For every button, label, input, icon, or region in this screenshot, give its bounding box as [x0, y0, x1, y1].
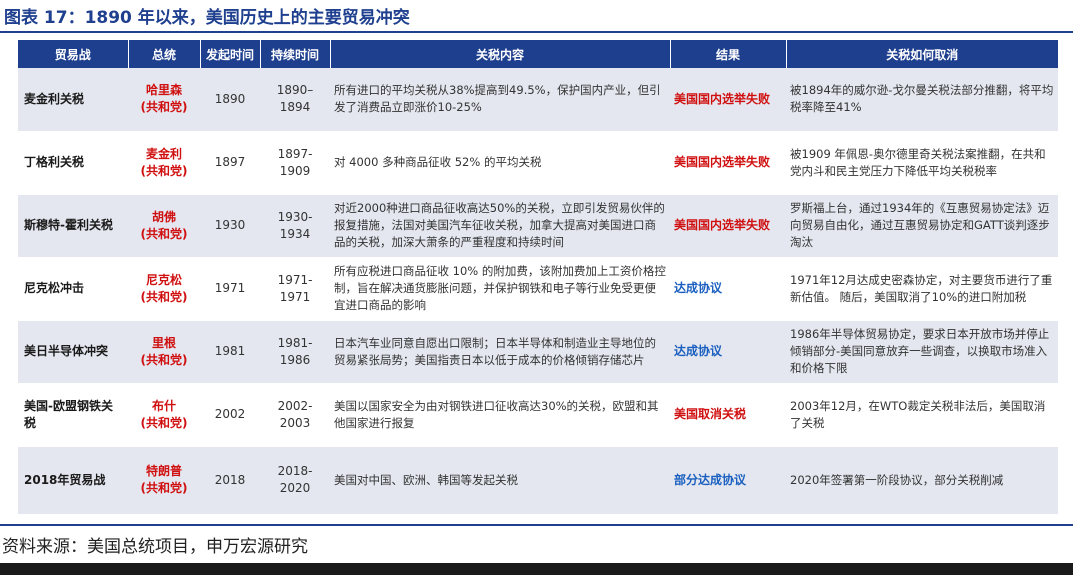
president-party: (共和党)	[140, 415, 188, 430]
cell-trade-war: 斯穆特-霍利关税	[18, 194, 128, 258]
cell-duration: 1971-1971	[260, 257, 330, 321]
cell-result: 美国国内选举失败	[670, 194, 786, 258]
header-result: 结果	[670, 40, 787, 68]
president-party: (共和党)	[140, 163, 188, 178]
cell-duration: 2002-2003	[260, 383, 330, 447]
table-header: 贸易战 总统 发起时间 持续时间 关税内容 结果 关税如何取消	[18, 40, 1058, 68]
cell-president: 里根 (共和党)	[128, 320, 200, 384]
cell-duration: 1981-1986	[260, 320, 330, 384]
cell-result: 美国取消关税	[670, 383, 786, 447]
title-divider	[0, 31, 1073, 33]
cell-tariff-content: 对 4000 多种商品征收 52% 的平均关税	[330, 131, 670, 195]
footer-bar	[0, 563, 1073, 575]
cell-removal: 被1894年的威尔逊-戈尔曼关税法部分推翻，将平均税率降至41%	[786, 68, 1058, 132]
figure-title: 图表 17：1890 年以来，美国历史上的主要贸易冲突	[4, 8, 410, 28]
header-duration: 持续时间	[260, 40, 331, 68]
cell-duration: 2018-2020	[260, 446, 330, 515]
cell-result: 美国国内选举失败	[670, 68, 786, 132]
cell-start-year: 1890	[200, 68, 260, 132]
table-row: 2018年贸易战 特朗普 (共和党) 2018 2018-2020 美国对中国、欧…	[18, 446, 1058, 515]
trade-conflict-table: 贸易战 总统 发起时间 持续时间 关税内容 结果 关税如何取消 麦金利关税 哈里…	[18, 40, 1058, 515]
table: 贸易战 总统 发起时间 持续时间 关税内容 结果 关税如何取消 麦金利关税 哈里…	[18, 40, 1058, 515]
cell-removal: 2003年12月，在WTO裁定关税非法后，美国取消了关税	[786, 383, 1058, 447]
president-name: 胡佛	[151, 209, 176, 224]
president-name: 麦金利	[145, 146, 182, 161]
cell-start-year: 1930	[200, 194, 260, 258]
president-party: (共和党)	[140, 100, 188, 115]
table-row: 美日半导体冲突 里根 (共和党) 1981 1981-1986 日本汽车业同意自愿…	[18, 320, 1058, 384]
cell-duration: 1930-1934	[260, 194, 330, 258]
cell-president: 布什 (共和党)	[128, 383, 200, 447]
cell-tariff-content: 所有应税进口商品征收 10% 的附加费，该附加费加上工资价格控制，旨在解决通货膨…	[330, 257, 670, 321]
cell-trade-war: 丁格利关税	[18, 131, 128, 195]
cell-removal: 被1909 年佩恩-奥尔德里奇关税法案推翻，在共和党内斗和民主党压力下降低平均关…	[786, 131, 1058, 195]
cell-start-year: 1981	[200, 320, 260, 384]
president-name: 布什	[151, 398, 176, 413]
cell-duration: 1897-1909	[260, 131, 330, 195]
president-party: (共和党)	[140, 289, 188, 304]
cell-trade-war: 尼克松冲击	[18, 257, 128, 321]
title-bar: 图表 17：1890 年以来，美国历史上的主要贸易冲突	[0, 0, 1073, 33]
cell-tariff-content: 美国对中国、欧洲、韩国等发起关税	[330, 446, 670, 515]
president-name: 尼克松	[145, 272, 182, 287]
cell-removal: 1971年12月达成史密森协定，对主要货币进行了重新估值。 随后，美国取消了10…	[786, 257, 1058, 321]
cell-president: 哈里森 (共和党)	[128, 68, 200, 132]
table-row: 丁格利关税 麦金利 (共和党) 1897 1897-1909 对 4000 多种商…	[18, 131, 1058, 195]
header-start-year: 发起时间	[200, 40, 261, 68]
president-name: 哈里森	[145, 83, 182, 98]
cell-removal: 罗斯福上台，通过1934年的《互惠贸易协定法》迈向贸易自由化，通过互惠贸易协定和…	[786, 194, 1058, 258]
president-party: (共和党)	[140, 352, 188, 367]
cell-start-year: 2002	[200, 383, 260, 447]
cell-tariff-content: 对近2000种进口商品征收高达50%的关税，立即引发贸易伙伴的报复措施，法国对美…	[330, 194, 670, 258]
cell-removal: 1986年半导体贸易协定，要求日本开放市场并停止倾销部分-美国同意放弃一些调查，…	[786, 320, 1058, 384]
president-name: 特朗普	[145, 464, 182, 478]
cell-trade-war: 2018年贸易战	[18, 446, 128, 515]
cell-trade-war: 麦金利关税	[18, 68, 128, 132]
cell-result: 美国国内选举失败	[670, 131, 786, 195]
cell-removal: 2020年签署第一阶段协议，部分关税削减	[786, 446, 1058, 515]
cell-result: 达成协议	[670, 257, 786, 321]
president-party: (共和党)	[140, 481, 188, 495]
cell-tariff-content: 所有进口的平均关税从38%提高到49.5%，保护国内产业，但引发了消费品立即涨价…	[330, 68, 670, 132]
cell-president: 胡佛 (共和党)	[128, 194, 200, 258]
cell-start-year: 1971	[200, 257, 260, 321]
cell-tariff-content: 日本汽车业同意自愿出口限制；日本半导体和制造业主导地位的贸易紧张局势；美国指责日…	[330, 320, 670, 384]
cell-trade-war: 美日半导体冲突	[18, 320, 128, 384]
president-party: (共和党)	[140, 226, 188, 241]
cell-result: 部分达成协议	[670, 446, 786, 515]
table-row: 麦金利关税 哈里森 (共和党) 1890 1890–1894 所有进口的平均关税从…	[18, 68, 1058, 132]
cell-start-year: 2018	[200, 446, 260, 515]
president-name: 里根	[151, 335, 176, 350]
cell-result: 达成协议	[670, 320, 786, 384]
header-trade-war: 贸易战	[18, 40, 129, 68]
cell-tariff-content: 美国以国家安全为由对钢铁进口征收高达30%的关税，欧盟和其他国家进行报复	[330, 383, 670, 447]
source-note: 资料来源：美国总统项目，申万宏源研究	[2, 537, 308, 557]
header-removal: 关税如何取消	[786, 40, 1058, 68]
table-row: 斯穆特-霍利关税 胡佛 (共和党) 1930 1930-1934 对近2000种进…	[18, 194, 1058, 258]
bottom-divider	[0, 524, 1073, 526]
cell-president: 尼克松 (共和党)	[128, 257, 200, 321]
header-president: 总统	[128, 40, 201, 68]
cell-president: 特朗普 (共和党)	[128, 446, 200, 515]
table-row: 美国-欧盟钢铁关税 布什 (共和党) 2002 2002-2003 美国以国家安全…	[18, 383, 1058, 447]
cell-president: 麦金利 (共和党)	[128, 131, 200, 195]
header-tariff-content: 关税内容	[330, 40, 671, 68]
header-row: 贸易战 总统 发起时间 持续时间 关税内容 结果 关税如何取消	[18, 40, 1058, 68]
cell-duration: 1890–1894	[260, 68, 330, 132]
cell-start-year: 1897	[200, 131, 260, 195]
table-row: 尼克松冲击 尼克松 (共和党) 1971 1971-1971 所有应税进口商品征收…	[18, 257, 1058, 321]
table-body: 麦金利关税 哈里森 (共和党) 1890 1890–1894 所有进口的平均关税从…	[18, 68, 1058, 515]
cell-trade-war: 美国-欧盟钢铁关税	[18, 383, 128, 447]
